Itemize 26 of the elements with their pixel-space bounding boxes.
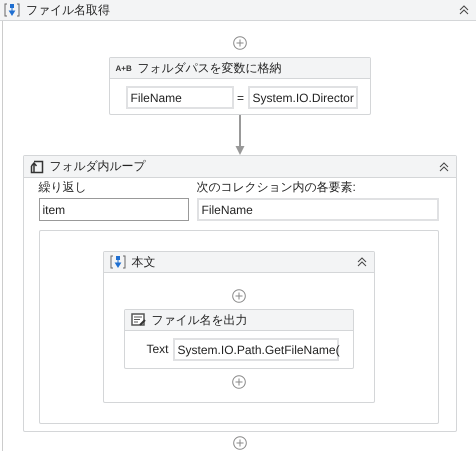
add-activity-icon[interactable] [232, 36, 246, 50]
loop-icon [30, 160, 44, 174]
activity-title: フォルダ内ループ [50, 158, 146, 175]
field-label: 次のコレクション内の各要素: [196, 180, 357, 195]
sequence-icon [110, 254, 126, 270]
add-activity-icon[interactable] [232, 289, 246, 303]
collapse-icon[interactable] [438, 160, 450, 172]
sequence-title: ファイル名取得 [26, 2, 110, 18]
activity-title: ファイル名を出力 [152, 312, 248, 328]
add-activity-icon[interactable] [232, 436, 246, 450]
input-field[interactable]: System.IO.Path.GetFileName( [172, 338, 339, 361]
collapse-icon[interactable] [458, 4, 470, 16]
equals-sign: = [236, 90, 244, 104]
activity-title: 本文 [132, 254, 156, 270]
input-field[interactable]: FileName [126, 86, 234, 109]
sequence-icon [4, 2, 20, 18]
field-label: Text [146, 342, 169, 357]
input-field[interactable]: FileName [196, 198, 438, 221]
activity-title: フォルダパスを変数に格納 [138, 60, 282, 76]
add-activity-icon[interactable] [232, 375, 246, 389]
input-field[interactable]: item [38, 198, 188, 221]
field-label: 繰り返し [38, 180, 88, 195]
assign-icon: A+B [116, 64, 132, 72]
collapse-icon[interactable] [356, 256, 368, 268]
input-field[interactable]: System.IO.Director [248, 86, 358, 109]
connector-arrow [234, 115, 244, 155]
